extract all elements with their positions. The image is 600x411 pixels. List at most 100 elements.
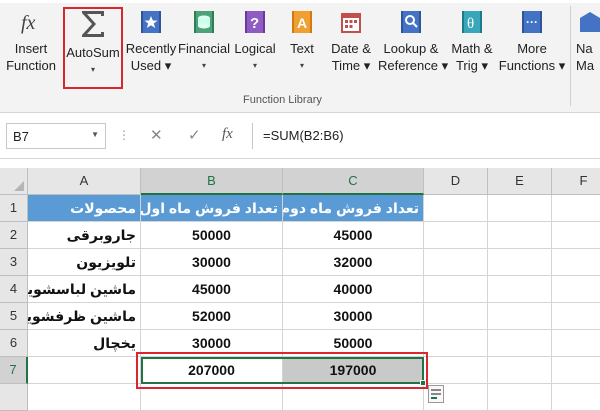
cancel-icon[interactable]: ✕ xyxy=(150,126,163,144)
row-header-3[interactable]: 3 xyxy=(0,249,28,276)
star-book-icon xyxy=(137,8,165,36)
name-box-value: B7 xyxy=(13,129,29,144)
insert-function-label1: Insert xyxy=(14,41,48,56)
cell-f6[interactable] xyxy=(552,330,600,357)
cell-e4[interactable] xyxy=(488,276,552,303)
row-header-1[interactable]: 1 xyxy=(0,195,28,222)
select-all-corner[interactable] xyxy=(0,168,28,195)
cell-d3[interactable] xyxy=(424,249,488,276)
row-header-7[interactable]: 7 xyxy=(0,357,28,384)
row-header-2[interactable]: 2 xyxy=(0,222,28,249)
cell-e8[interactable] xyxy=(488,384,552,411)
formula-bar-controls: ✕ ✓ fx xyxy=(138,123,248,149)
cell-c4[interactable]: 40000 xyxy=(283,276,424,303)
cell-f4[interactable] xyxy=(552,276,600,303)
name-box[interactable]: B7 ▼ xyxy=(6,123,106,149)
cell-b4[interactable]: 45000 xyxy=(141,276,283,303)
cell-d1[interactable] xyxy=(424,195,488,222)
column-header-e[interactable]: E xyxy=(488,168,552,195)
cell-a6[interactable]: یخچال xyxy=(28,330,141,357)
text-dropdown-arrow: ▾ xyxy=(299,61,304,70)
cell-c3[interactable]: 32000 xyxy=(283,249,424,276)
formula-input[interactable]: =SUM(B2:B6) xyxy=(252,123,596,149)
row-header-4[interactable]: 4 xyxy=(0,276,28,303)
fill-handle[interactable] xyxy=(420,380,426,386)
cell-f5[interactable] xyxy=(552,303,600,330)
cell-e7[interactable] xyxy=(488,357,552,384)
cell-b1[interactable]: تعداد فروش ماه اول xyxy=(141,195,283,222)
enter-icon[interactable]: ✓ xyxy=(188,126,201,144)
calendar-icon xyxy=(337,8,365,36)
quick-analysis-icon[interactable] xyxy=(428,385,444,403)
row-header-6[interactable]: 6 xyxy=(0,330,28,357)
cell-c2[interactable]: 45000 xyxy=(283,222,424,249)
chevron-down-icon[interactable]: ▼ xyxy=(91,130,99,139)
cell-e1[interactable] xyxy=(488,195,552,222)
logical-label1: Logical xyxy=(234,41,276,56)
cell-f3[interactable] xyxy=(552,249,600,276)
cell-b5[interactable]: 52000 xyxy=(141,303,283,330)
cell-f1[interactable] xyxy=(552,195,600,222)
cell-e5[interactable] xyxy=(488,303,552,330)
cell-a7[interactable] xyxy=(28,357,141,384)
cell-a2[interactable]: جاروبرقی xyxy=(28,222,141,249)
date-time-button[interactable]: Date & Time ▾ xyxy=(325,8,377,90)
cell-c1[interactable]: تعداد فروش ماه دوم xyxy=(283,195,424,222)
name-manager-button[interactable]: Na Ma xyxy=(576,8,600,90)
more-functions-button[interactable]: ··· More Functions ▾ xyxy=(498,8,566,90)
row-header-8[interactable] xyxy=(0,384,28,411)
svg-text:A: A xyxy=(297,15,307,31)
column-header-b[interactable]: B xyxy=(141,168,283,195)
insert-function-label2: Function xyxy=(6,58,56,73)
more-functions-label2: Functions ▾ xyxy=(498,58,566,73)
cell-a5[interactable]: ماشین ظرفشویی xyxy=(28,303,141,330)
theta-book-icon: θ xyxy=(458,8,486,36)
cell-d7[interactable] xyxy=(424,357,488,384)
formula-bar-grip-icon[interactable]: ⋮ xyxy=(118,128,131,142)
cell-a3[interactable]: تلویزیون xyxy=(28,249,141,276)
column-header-f[interactable]: F xyxy=(552,168,600,195)
insert-function-button[interactable]: fx Insert Function xyxy=(4,8,58,90)
column-header-d[interactable]: D xyxy=(424,168,488,195)
column-header-c[interactable]: C xyxy=(283,168,424,195)
cell-a4[interactable]: ماشین لباسشویی xyxy=(28,276,141,303)
cell-e3[interactable] xyxy=(488,249,552,276)
cell-a1[interactable]: محصولات xyxy=(28,195,141,222)
cell-f8[interactable] xyxy=(552,384,600,411)
math-trig-button[interactable]: θ Math & Trig ▾ xyxy=(446,8,498,90)
autosum-highlight-box xyxy=(63,7,123,89)
cell-d2[interactable] xyxy=(424,222,488,249)
financial-button[interactable]: Financial ▾ xyxy=(178,8,230,90)
cell-c5[interactable]: 30000 xyxy=(283,303,424,330)
ribbon-group-divider xyxy=(570,6,571,106)
date-time-label2: Time ▾ xyxy=(331,58,371,73)
ribbon: fx Insert Function AutoSum ▾ Recently Us… xyxy=(0,0,600,113)
financial-label1: Financial xyxy=(178,41,231,56)
text-label1: Text xyxy=(290,41,314,56)
cell-b2[interactable]: 50000 xyxy=(141,222,283,249)
cell-f7[interactable] xyxy=(552,357,600,384)
cell-e2[interactable] xyxy=(488,222,552,249)
cell-b3[interactable]: 30000 xyxy=(141,249,283,276)
svg-text:fx: fx xyxy=(21,12,36,34)
financial-dropdown-arrow: ▾ xyxy=(201,61,206,70)
cell-d4[interactable] xyxy=(424,276,488,303)
cell-f2[interactable] xyxy=(552,222,600,249)
ribbon-top-strip xyxy=(0,0,600,3)
recently-used-label2: Used ▾ xyxy=(130,58,172,73)
logical-button[interactable]: ? Logical ▾ xyxy=(232,8,278,90)
cell-d5[interactable] xyxy=(424,303,488,330)
lookup-reference-button[interactable]: Lookup & Reference ▾ xyxy=(378,8,448,90)
insert-function-fx-icon[interactable]: fx xyxy=(222,126,233,143)
column-header-a[interactable]: A xyxy=(28,168,141,195)
fx-icon: fx xyxy=(17,8,45,36)
text-button[interactable]: A Text ▾ xyxy=(282,8,322,90)
cell-a8[interactable] xyxy=(28,384,141,411)
recently-used-button[interactable]: Recently Used ▾ xyxy=(125,8,177,90)
lookup-reference-label1: Lookup & xyxy=(383,41,439,56)
row-header-5[interactable]: 5 xyxy=(0,303,28,330)
ribbon-group-label: Function Library xyxy=(243,94,322,106)
cell-d6[interactable] xyxy=(424,330,488,357)
recently-used-label1: Recently xyxy=(125,41,177,56)
cell-e6[interactable] xyxy=(488,330,552,357)
